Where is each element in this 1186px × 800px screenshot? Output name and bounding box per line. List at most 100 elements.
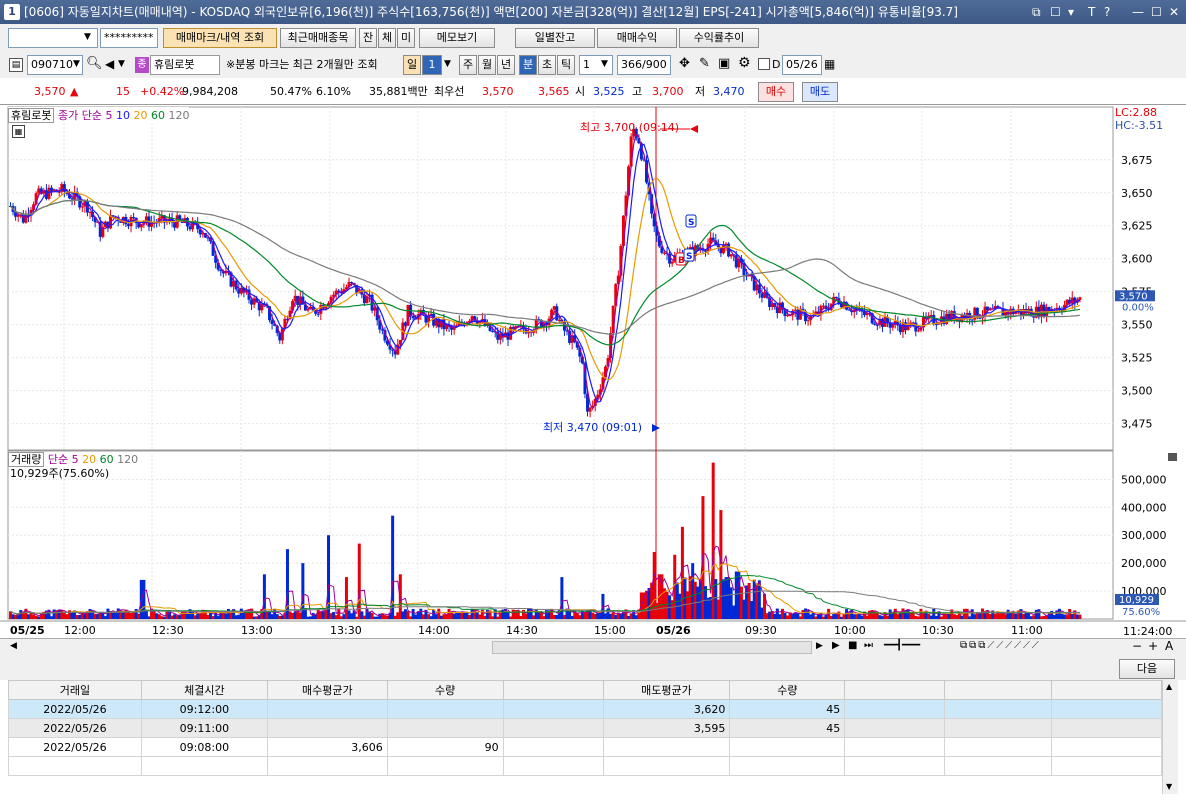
stop-icon[interactable]: ■ [848,640,857,651]
hc-value: HC:-3.51 [1115,119,1164,132]
period-minute-button[interactable]: 분 [519,55,537,75]
grid-scrollbar[interactable]: ▲ ▼ [1162,680,1178,794]
speaker-dropdown-icon[interactable]: ▼ [118,59,125,69]
zoom-out-icon[interactable]: − [1132,639,1142,653]
table-cell: 09:08:00 [140,737,268,757]
draw-icon[interactable]: ✎ [699,56,710,71]
chevron-down-icon[interactable]: ▼ [84,32,91,42]
period-value[interactable]: 1 [422,55,442,75]
volume-bar [178,615,182,619]
price-tick-label: 3,625 [1121,220,1153,233]
close-icon[interactable]: ✕ [1169,0,1179,24]
code-dropdown-icon[interactable]: ▼ [73,59,80,69]
font-icon[interactable]: T [1088,0,1095,24]
table-row[interactable]: 2022/05/26 09:12:00 3,620 45 [8,699,1162,719]
volume-bar [29,613,33,619]
volume-bar [1004,614,1008,619]
daily-balance-button[interactable]: 일별잔고 [515,28,595,48]
grid-header-area: 다음 [0,656,1186,680]
volume-bar [929,615,933,619]
volume-bar [968,616,972,619]
tool-icons[interactable]: ⧉⧉⧉⟋⟋⟋⟋⟋⟋ [960,640,1041,651]
volume-bar [332,612,336,619]
period-month-button[interactable]: 월 [478,55,496,75]
memo-button[interactable]: 메모보기 [419,28,495,48]
volume-bar [665,591,669,619]
scroll-thumb[interactable] [492,641,812,654]
volume-bar [539,612,543,619]
speaker-icon[interactable]: ◀ [105,57,114,71]
chart-scrollbar[interactable]: ◀ ▶ ▶ ■ ⏭ ━━┫━━━ ⧉⧉⧉⟋⟋⟋⟋⟋⟋ − + A [0,638,1186,656]
period-year-button[interactable]: 년 [497,55,515,75]
volume-bar [798,616,802,619]
trade-mark-query-button[interactable]: 매매마크/내역 조회 [163,28,277,48]
restore-icon[interactable]: ⧉ [1032,0,1041,24]
sell-button[interactable]: 매도 [802,82,838,102]
help-icon[interactable]: ? [1104,0,1110,24]
return-trend-button[interactable]: 수익률추이 [679,28,759,48]
next-button[interactable]: 다음 [1119,659,1175,679]
save-icon[interactable]: ☐ [1050,0,1061,24]
period-week-button[interactable]: 주 [459,55,477,75]
calendar-icon[interactable]: ▦ [824,57,835,71]
candle-body [552,306,556,310]
unfilled-button[interactable]: 미 [397,28,415,48]
chart-settings-icon[interactable]: ▤ [9,58,23,72]
gear-icon[interactable]: ⚙ [738,55,751,71]
fast-forward-icon[interactable]: ⏭ [864,640,873,651]
scroll-left-icon[interactable]: ◀ [10,641,17,651]
disk-icon[interactable]: ▣ [718,56,730,71]
search-icon[interactable]: 🔍︎ [86,56,103,71]
period-dropdown-icon[interactable]: ▼ [444,59,451,69]
count-field[interactable]: 366/900 [617,55,671,75]
zoom-slider[interactable]: ━━┫━━━ [884,640,920,651]
table-row[interactable]: 2022/05/26 09:11:00 3,595 45 [8,718,1162,738]
maximize-icon[interactable]: ☐ [1151,0,1162,24]
volume-bar [339,616,343,619]
price-tick-label: 3,675 [1121,154,1153,167]
password-field[interactable]: ********* [100,28,158,48]
crosshair-icon[interactable]: ✥ [679,56,690,71]
date-checkbox[interactable] [758,58,770,70]
executed-button[interactable]: 체 [378,28,396,48]
period-day-button[interactable]: 일 [403,55,421,75]
volume-bar [634,615,638,619]
chart-area[interactable]: 3,6753,6503,6253,6003,5753,5503,5253,500… [0,104,1186,638]
minimize-icon[interactable]: — [1132,0,1144,24]
zoom-in-icon[interactable]: + [1148,639,1158,653]
balance-button[interactable]: 잔 [359,28,377,48]
volume-bar [732,605,736,619]
table-cell [502,737,604,757]
interval-dropdown-icon[interactable]: ▼ [601,59,608,69]
time-tick-label: 13:30 [330,624,362,637]
scroll-right-icon[interactable]: ▶ [816,641,823,651]
recent-trades-button[interactable]: 최근매매종목 [280,28,356,48]
volume-bar [288,611,292,619]
table-row[interactable]: 2022/05/26 09:08:00 3,606 90 [8,737,1162,757]
volume-bar [409,616,413,619]
volume-bar [939,616,943,619]
trade-profit-button[interactable]: 매매수익 [597,28,677,48]
volume-bar [39,613,43,619]
buy-button[interactable]: 매수 [758,82,794,102]
play-icon[interactable]: ▶ [832,640,840,651]
date-input[interactable]: 05/26 [782,55,822,75]
volume-bar [406,611,410,619]
volume-bar [147,616,151,619]
scroll-up-icon[interactable]: ▲ [1166,682,1172,691]
volume-bar [142,579,146,619]
volume-bar [796,613,800,619]
column-header: 매도평균가 [602,680,731,700]
volume-bar [896,614,900,619]
period-second-button[interactable]: 초 [538,55,556,75]
volume-bar [206,614,210,619]
scroll-down-icon[interactable]: ▼ [1166,782,1172,791]
grid-toggle-icon[interactable]: ▦ [12,125,25,138]
chart-canvas[interactable]: 3,6753,6503,6253,6003,5753,5503,5253,500… [0,105,1186,639]
period-tick-button[interactable]: 틱 [557,55,575,75]
font-a-icon[interactable]: A [1165,639,1173,653]
volume-bar [934,615,938,619]
dropdown-icon[interactable]: ▾ [1068,0,1074,24]
volume-bar [973,614,977,619]
volume-bar [842,614,846,619]
